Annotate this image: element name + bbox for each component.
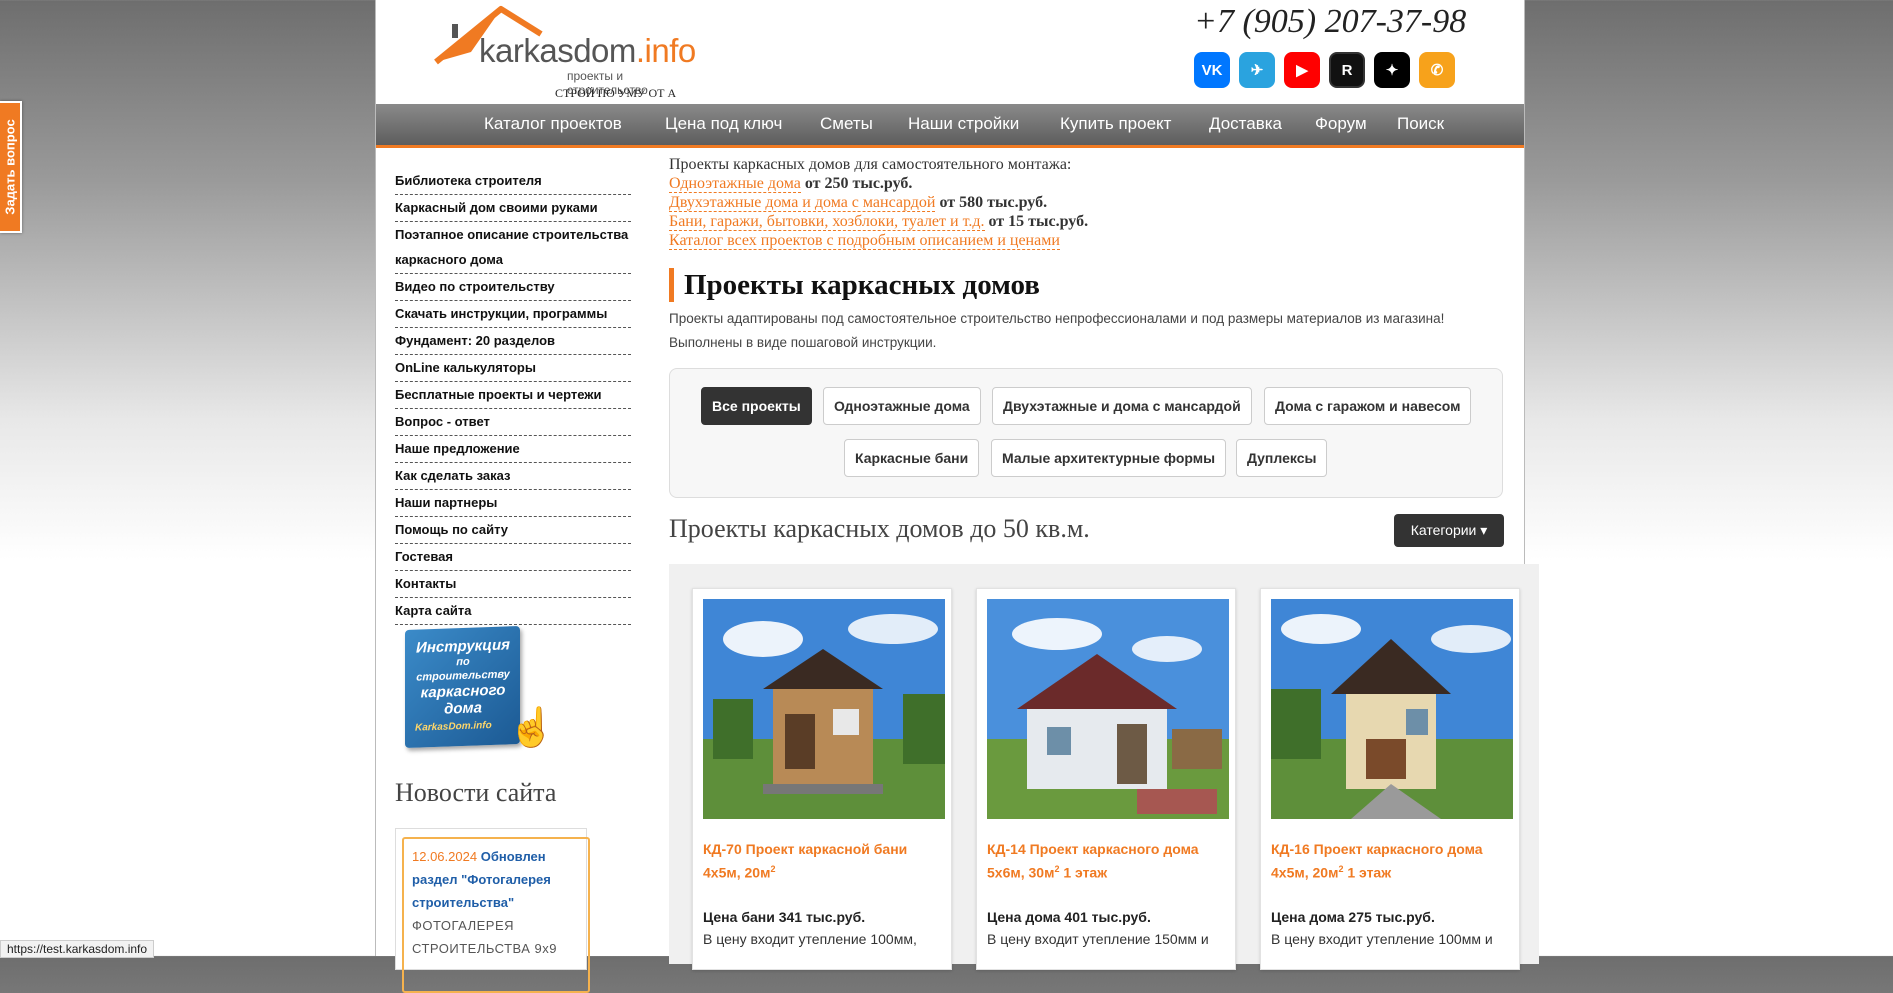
- nav-catalog[interactable]: Каталог проектов: [484, 114, 622, 134]
- project-title[interactable]: КД-14 Проект каркасного дома 5х6м, 30м2 …: [987, 839, 1227, 883]
- site-logo[interactable]: karkasdom.info проекты и строительство С…: [431, 4, 696, 115]
- project-image[interactable]: [987, 599, 1229, 819]
- intro-heading: Проекты каркасных домов для самостоятель…: [669, 156, 1072, 173]
- sidebar-item[interactable]: Поэтапное описание строительства каркасн…: [395, 222, 631, 274]
- sidebar-menu: Библиотека строителя Каркасный дом своим…: [395, 168, 631, 625]
- news-item: 12.06.2024 Обновлен раздел "Фотогалерея …: [402, 837, 590, 993]
- intro-price: от 580 тыс.руб.: [939, 194, 1048, 211]
- page-title: Проекты каркасных домов: [669, 268, 1040, 302]
- nav-search[interactable]: Поиск: [1397, 114, 1444, 134]
- project-image[interactable]: [1271, 599, 1513, 819]
- filter-small-forms[interactable]: Малые архитектурные формы: [991, 439, 1227, 477]
- banner-line: по строительству: [416, 655, 510, 684]
- sidebar-item[interactable]: Библиотека строителя: [395, 168, 631, 195]
- logo-name: karkasdom: [479, 32, 636, 69]
- news-text: ФОТОГАЛЕРЕЯ СТРОИТЕЛЬСТВА 9х9: [412, 918, 558, 956]
- youtube-icon[interactable]: ▶: [1284, 52, 1320, 88]
- filter-bath[interactable]: Каркасные бани: [844, 439, 980, 477]
- project-price: Цена бани 341 тыс.руб.: [703, 909, 866, 925]
- nav-estimates[interactable]: Сметы: [820, 114, 873, 134]
- project-image[interactable]: [703, 599, 945, 819]
- sidebar-item[interactable]: OnLine калькуляторы: [395, 355, 631, 382]
- sidebar-item[interactable]: Помощь по сайту: [395, 517, 631, 544]
- sidebar-item[interactable]: Скачать инструкции, программы: [395, 301, 631, 328]
- logo-domain: .info: [635, 32, 696, 69]
- vk-icon[interactable]: VK: [1194, 52, 1230, 88]
- banner-line: каркасного: [420, 681, 506, 702]
- intro-link-one-storey[interactable]: Одноэтажные дома: [669, 175, 801, 193]
- project-title[interactable]: КД-70 Проект каркасной бани 4х5м, 20м2: [703, 839, 943, 883]
- project-filters: Все проекты Одноэтажные дома Двухэтажные…: [669, 368, 1503, 498]
- intro-block: Проекты каркасных домов для самостоятель…: [669, 155, 1509, 250]
- filter-all[interactable]: Все проекты: [701, 387, 812, 425]
- page-description: Проекты адаптированы под самостоятельное…: [669, 311, 1445, 350]
- nav-price[interactable]: Цена под ключ: [665, 114, 782, 134]
- phone-icon[interactable]: ✆: [1419, 52, 1455, 88]
- filter-garage[interactable]: Дома с гаражом и навесом: [1264, 387, 1472, 425]
- header: karkasdom.info проекты и строительство С…: [376, 0, 1524, 115]
- sidebar-item[interactable]: Бесплатные проекты и чертежи: [395, 382, 631, 409]
- banner-site: KarkasDom.info: [415, 719, 492, 734]
- project-card[interactable]: КД-14 Проект каркасного дома 5х6м, 30м2 …: [976, 588, 1236, 970]
- project-price: Цена дома 401 тыс.руб.: [987, 909, 1151, 925]
- banner-line: дома: [444, 699, 482, 718]
- sidebar-item[interactable]: Как сделать заказ: [395, 463, 631, 490]
- news-heading: Новости сайта: [395, 778, 557, 807]
- project-desc: В цену входит утепление 100мм и: [1271, 931, 1493, 947]
- sidebar-item[interactable]: Наши партнеры: [395, 490, 631, 517]
- project-desc: В цену входит утепление 100мм,: [703, 931, 917, 947]
- project-card[interactable]: КД-16 Проект каркасного дома 4х5м, 20м2 …: [1260, 588, 1520, 970]
- phone-number[interactable]: +7 (905) 207-37-98: [1194, 3, 1466, 41]
- nav-forum[interactable]: Форум: [1315, 114, 1367, 134]
- nav-buy-project[interactable]: Купить проект: [1060, 114, 1171, 134]
- intro-link-catalog[interactable]: Каталог всех проектов с подробным описан…: [669, 232, 1060, 250]
- filter-duplex[interactable]: Дуплексы: [1236, 439, 1328, 477]
- project-card[interactable]: КД-70 Проект каркасной бани 4х5м, 20м2 Ц…: [692, 588, 952, 970]
- ask-question-tab[interactable]: Задать вопрос: [0, 101, 22, 233]
- social-links: VK ✈ ▶ R ✦ ✆: [1194, 52, 1455, 88]
- nav-our-builds[interactable]: Наши стройки: [908, 114, 1019, 134]
- sidebar-item[interactable]: Контакты: [395, 571, 631, 598]
- sidebar-item[interactable]: Гостевая: [395, 544, 631, 571]
- page-container: karkasdom.info проекты и строительство С…: [375, 0, 1539, 993]
- sidebar-item[interactable]: Вопрос - ответ: [395, 409, 631, 436]
- sidebar-item[interactable]: Наше предложение: [395, 436, 631, 463]
- project-price: Цена дома 275 тыс.руб.: [1271, 909, 1435, 925]
- pointer-hand-icon: ☝: [508, 707, 556, 749]
- sidebar-item[interactable]: Видео по строительству: [395, 274, 631, 301]
- section-title: Проекты каркасных домов до 50 кв.м.: [669, 514, 1090, 543]
- project-title[interactable]: КД-16 Проект каркасного дома 4х5м, 20м2 …: [1271, 839, 1511, 883]
- intro-link-two-storey[interactable]: Двухэтажные дома и дома с мансардой: [669, 194, 936, 212]
- news-date: 12.06.2024: [412, 849, 478, 864]
- telegram-icon[interactable]: ✈: [1239, 52, 1275, 88]
- intro-link-outbuildings[interactable]: Бани, гаражи, бытовки, хозблоки, туалет …: [669, 213, 985, 231]
- project-desc: В цену входит утепление 150мм и: [987, 931, 1209, 947]
- status-bar-url: https://test.karkasdom.info: [0, 940, 155, 958]
- sidebar-item[interactable]: Каркасный дом своими руками: [395, 195, 631, 222]
- filter-one-storey[interactable]: Одноэтажные дома: [823, 387, 981, 425]
- intro-price: от 15 тыс.руб.: [988, 213, 1089, 230]
- news-box: 12.06.2024 Обновлен раздел "Фотогалерея …: [395, 828, 590, 993]
- main-nav: Каталог проектов Цена под ключ Сметы Наш…: [376, 104, 1524, 148]
- banner-line: Инструкция: [416, 636, 510, 657]
- dzen-icon[interactable]: ✦: [1374, 52, 1410, 88]
- instruction-banner[interactable]: Инструкция по строительству каркасного д…: [405, 625, 520, 749]
- intro-price: от 250 тыс.руб.: [804, 175, 913, 192]
- categories-button[interactable]: Категории ▾: [1394, 514, 1504, 547]
- sidebar-item[interactable]: Карта сайта: [395, 598, 631, 625]
- filter-two-storey[interactable]: Двухэтажные и дома с мансардой: [992, 387, 1252, 425]
- rutube-icon[interactable]: R: [1329, 52, 1365, 88]
- nav-delivery[interactable]: Доставка: [1209, 114, 1282, 134]
- sidebar-item[interactable]: Фундамент: 20 разделов: [395, 328, 631, 355]
